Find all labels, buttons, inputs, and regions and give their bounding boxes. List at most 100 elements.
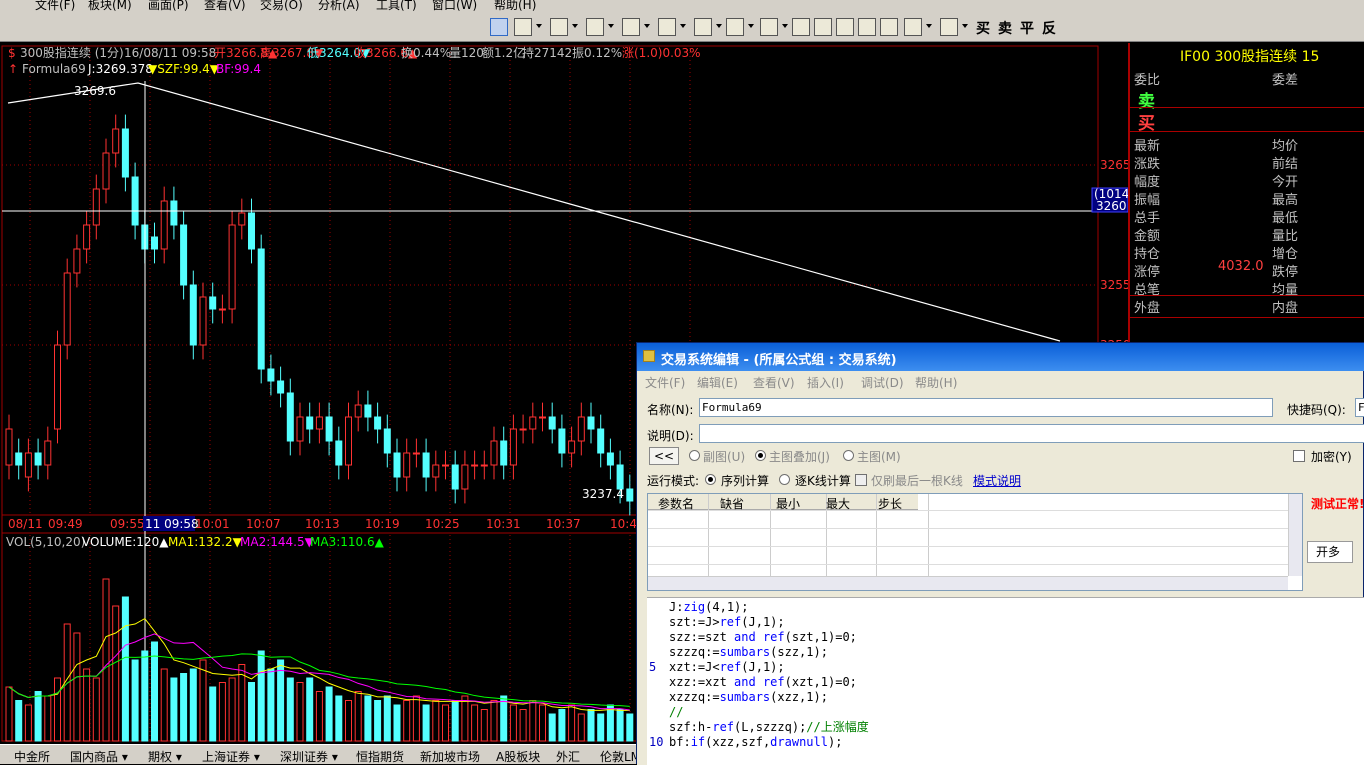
- radio-mainchart[interactable]: [843, 450, 854, 461]
- candle-body: [257, 248, 265, 370]
- copy-tool-icon[interactable]: [880, 18, 898, 36]
- shortcut-input[interactable]: F6: [1355, 398, 1364, 417]
- volume-bar: [461, 695, 469, 742]
- note-tool-icon[interactable]: [814, 18, 832, 36]
- volume-bar: [296, 682, 304, 742]
- radio-sequence[interactable]: [705, 474, 716, 485]
- channel-tool-icon[interactable]: [622, 18, 640, 36]
- radio-subchart[interactable]: [689, 450, 700, 461]
- volume-bar: [54, 677, 61, 742]
- volume-bar: [180, 673, 188, 742]
- code-editor[interactable]: J:zig(4,1); szt:=J>ref(J,1); szz:=szt and …: [647, 597, 1364, 765]
- param-table[interactable]: 参数名 缺省 最小 最大 步长: [647, 493, 1303, 591]
- cursor-tool-icon[interactable]: [490, 18, 508, 36]
- volume-bar: [121, 596, 129, 742]
- volume-bar: [44, 695, 52, 742]
- market-tab[interactable]: 伦敦LM: [600, 748, 641, 765]
- ellipse-tool-icon[interactable]: [760, 18, 778, 36]
- market-tab[interactable]: A股板块: [496, 748, 540, 765]
- line-tool-icon[interactable]: [514, 18, 532, 36]
- candle-body: [102, 152, 110, 190]
- volume-bar: [597, 713, 605, 742]
- quote-label-right: 最低: [1272, 211, 1299, 226]
- radio-overlay[interactable]: [755, 450, 766, 461]
- volume-bar: [102, 578, 110, 742]
- grid-tool-icon[interactable]: [904, 18, 922, 36]
- candle-body: [548, 416, 556, 430]
- eraser-tool-icon[interactable]: [858, 18, 876, 36]
- menu-item-2[interactable]: 画面(P): [148, 0, 189, 12]
- candle-body: [374, 416, 382, 430]
- volume-bar: [325, 686, 333, 742]
- volume-bar: [364, 695, 372, 742]
- encrypt-checkbox[interactable]: [1293, 450, 1305, 462]
- app-icon: [643, 350, 655, 362]
- param-scrollbar[interactable]: [1288, 494, 1302, 576]
- volume-bar: [306, 677, 314, 742]
- dialog-menu-item[interactable]: 插入(I): [807, 374, 844, 391]
- menu-item-3[interactable]: 查看(V): [204, 0, 246, 12]
- market-tab[interactable]: 国内商品 ▾: [70, 748, 128, 765]
- menu-item-6[interactable]: 工具(T): [376, 0, 417, 12]
- menu-item-8[interactable]: 帮助(H): [494, 0, 536, 12]
- quote-label-left: 幅度: [1134, 175, 1161, 190]
- close-position-button[interactable]: 平: [1020, 18, 1034, 38]
- pattern-tool-icon[interactable]: [694, 18, 712, 36]
- volume-bar: [141, 650, 149, 742]
- candle-body: [277, 380, 285, 394]
- refresh-last-checkbox[interactable]: [855, 474, 867, 486]
- mode-description-link[interactable]: 模式说明: [973, 472, 1021, 489]
- vol-ma1: MA1:132.2▼: [168, 535, 243, 549]
- menu-item-1[interactable]: 板块(M): [88, 0, 132, 12]
- code-line: //: [669, 705, 684, 719]
- candle-body: [44, 440, 52, 466]
- market-tab[interactable]: 新加坡市场: [420, 748, 480, 765]
- volume-bar: [315, 691, 323, 742]
- menu-item-5[interactable]: 分析(A): [318, 0, 360, 12]
- reverse-button[interactable]: 反: [1042, 18, 1056, 38]
- candle-body: [451, 464, 459, 490]
- chart-header-field: 涨(1.0)0.03%: [622, 45, 701, 60]
- volume-bar: [480, 709, 488, 742]
- candle-body: [5, 428, 13, 466]
- market-tab[interactable]: 中金所: [14, 748, 50, 765]
- market-tab[interactable]: 上海证券 ▾: [202, 748, 260, 765]
- rectangle-tool-icon[interactable]: [726, 18, 744, 36]
- buy-button[interactable]: 买: [976, 18, 990, 38]
- dialog-menu-item[interactable]: 文件(F): [645, 374, 685, 391]
- tab-open-long[interactable]: 开多: [1307, 541, 1353, 563]
- fib-tool-icon[interactable]: [658, 18, 676, 36]
- dialog-menu-item[interactable]: 帮助(H): [915, 374, 957, 391]
- radio-per-bar[interactable]: [779, 474, 790, 485]
- volume-bar: [509, 704, 517, 742]
- sell-button[interactable]: 卖: [998, 18, 1012, 38]
- market-tab[interactable]: 深圳证券 ▾: [280, 748, 338, 765]
- menu-item-4[interactable]: 交易(O): [260, 0, 303, 12]
- dialog-menu-item[interactable]: 查看(V): [753, 374, 795, 391]
- code-line: szzzq:=sumbars(szz,1);: [669, 645, 828, 659]
- menu-item-0[interactable]: 文件(F): [35, 0, 75, 12]
- name-input[interactable]: Formula69: [699, 398, 1273, 417]
- settings-tool-icon[interactable]: [940, 18, 958, 36]
- candle-body: [626, 488, 634, 502]
- dialog-menu-item[interactable]: 调试(D): [861, 374, 904, 391]
- text-tool-icon[interactable]: [550, 18, 568, 36]
- desc-input[interactable]: [699, 424, 1364, 443]
- bars-tool-icon[interactable]: [586, 18, 604, 36]
- label-tool-icon[interactable]: [792, 18, 810, 36]
- line-number: 10: [649, 735, 664, 749]
- mail-tool-icon[interactable]: [836, 18, 854, 36]
- market-tab[interactable]: 恒指期货: [356, 748, 404, 765]
- market-tab[interactable]: 外汇: [556, 748, 580, 765]
- candle-body: [403, 452, 411, 478]
- candle-body: [238, 212, 246, 226]
- param-hscrollbar[interactable]: [648, 576, 1288, 590]
- collapse-button[interactable]: <<: [649, 447, 679, 465]
- dialog-menu-item[interactable]: 编辑(E): [697, 374, 738, 391]
- menu-item-7[interactable]: 窗口(W): [432, 0, 477, 12]
- market-tab[interactable]: 期权 ▾: [148, 748, 182, 765]
- candle-body: [296, 416, 304, 442]
- time-axis-label: 10:25: [425, 517, 460, 531]
- candle-body: [92, 188, 100, 226]
- candle-body: [587, 416, 595, 430]
